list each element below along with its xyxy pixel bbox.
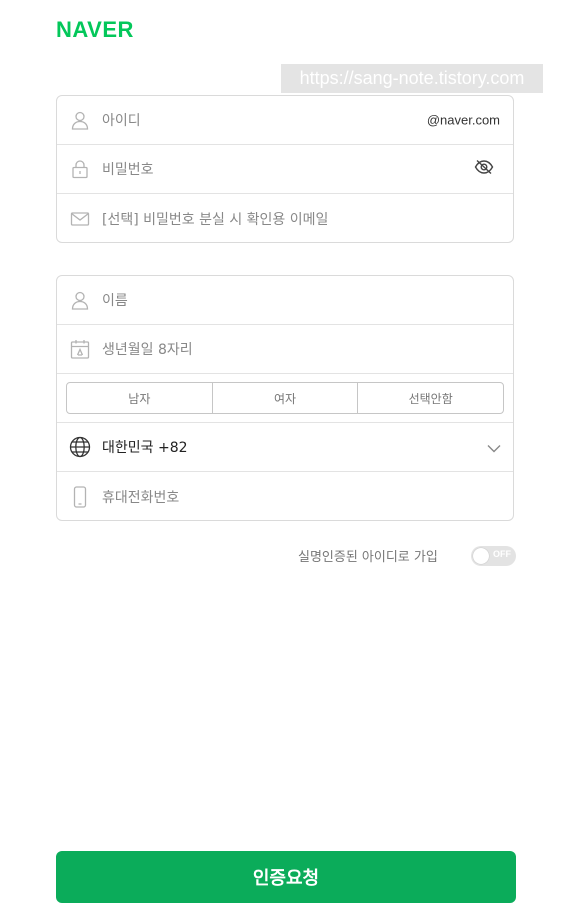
real-name-verify-toggle[interactable]: OFF	[471, 546, 516, 566]
birthdate-placeholder: 생년월일 8자리	[102, 342, 193, 358]
gender-option-none[interactable]: 선택안함	[358, 383, 503, 413]
real-name-verify-label: 실명인증된 아이디로 가입	[298, 550, 438, 565]
gender-selector: 남자 여자 선택안함	[66, 382, 504, 414]
calendar-icon	[69, 338, 91, 360]
eye-off-icon[interactable]	[474, 159, 494, 179]
gender-option-female[interactable]: 여자	[213, 383, 359, 413]
profile-fields-group: 이름 생년월일 8자리 남자 여자 선택안함 대한민국 +82 휴대전화번호	[56, 275, 514, 521]
password-field[interactable]: 비밀번호	[57, 145, 513, 194]
watermark-text: https://sang-note.tistory.com	[281, 64, 543, 93]
request-verification-button[interactable]: 인증요청	[56, 851, 516, 903]
globe-icon	[69, 436, 91, 458]
birthdate-field[interactable]: 생년월일 8자리	[57, 325, 513, 374]
naver-logo: NAVER	[56, 17, 134, 42]
phone-field[interactable]: 휴대전화번호	[57, 472, 513, 520]
gender-option-male[interactable]: 남자	[67, 383, 213, 413]
id-placeholder: 아이디	[102, 113, 141, 129]
chevron-down-icon	[487, 438, 501, 457]
id-domain-suffix: @naver.com	[426, 112, 500, 128]
name-placeholder: 이름	[102, 293, 128, 309]
lock-icon	[69, 158, 91, 180]
phone-placeholder: 휴대전화번호	[102, 489, 180, 506]
email-placeholder: [선택] 비밀번호 분실 시 확인용 이메일	[102, 211, 329, 228]
mail-icon	[69, 208, 91, 230]
user-icon	[69, 289, 91, 311]
country-value: 대한민국 +82	[102, 440, 188, 456]
gender-row: 남자 여자 선택안함	[57, 374, 513, 423]
account-fields-group: 아이디 @naver.com 비밀번호 [선택] 비밀번호 분실 시 확인용 이…	[56, 95, 514, 243]
email-field[interactable]: [선택] 비밀번호 분실 시 확인용 이메일	[57, 194, 513, 242]
toggle-knob	[473, 548, 489, 564]
country-select[interactable]: 대한민국 +82	[57, 423, 513, 472]
toggle-state-label: OFF	[493, 549, 511, 559]
user-icon	[69, 109, 91, 131]
password-placeholder: 비밀번호	[102, 162, 154, 178]
name-field[interactable]: 이름	[57, 276, 513, 325]
id-field[interactable]: 아이디 @naver.com	[57, 96, 513, 145]
phone-icon	[69, 485, 91, 508]
